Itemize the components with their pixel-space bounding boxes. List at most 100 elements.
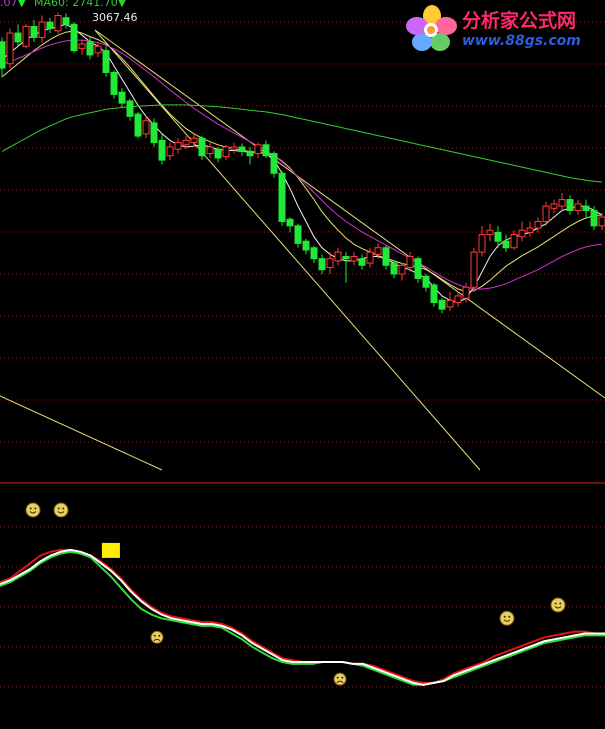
smiley-eye [503, 615, 506, 618]
candle-body [302, 240, 310, 251]
candle-body [430, 284, 438, 304]
down-arrow-icon: ▼ [17, 0, 26, 9]
candle-body [246, 150, 254, 157]
candle-body [94, 45, 102, 54]
chart-svg [0, 12, 605, 688]
series-line-ma_mid [1, 30, 603, 293]
candle-body [334, 251, 342, 262]
candle-body [214, 148, 222, 159]
candle-body [462, 286, 470, 299]
smiley-eye [336, 676, 339, 679]
header-prefix: .07▼ [0, 0, 26, 9]
candle-body [478, 234, 486, 253]
smiley-eye [153, 634, 156, 637]
trendline-channel [94, 29, 605, 399]
candle-body [142, 120, 150, 135]
candle-body [198, 137, 206, 157]
candle-body [542, 205, 550, 222]
candle-body [0, 41, 6, 69]
candle-body [598, 216, 605, 227]
candle-body [110, 71, 118, 95]
candle-body [366, 251, 374, 264]
candle-body [294, 225, 302, 244]
candle-body [62, 17, 70, 25]
smiley-icon [550, 597, 566, 613]
logo-url: www.88gs.com [462, 33, 581, 49]
smiley-eye [508, 615, 511, 618]
candle-body [422, 275, 430, 288]
candle-body [78, 43, 86, 49]
candle-body [262, 144, 270, 157]
candle-body [438, 299, 446, 310]
candle-body [558, 199, 566, 207]
candle-body [590, 210, 598, 227]
candle-body [486, 229, 494, 236]
candle-body [14, 32, 22, 43]
candle-body [502, 240, 510, 249]
candle-body [358, 258, 366, 266]
candle-body [534, 220, 542, 229]
candle-body [230, 146, 238, 150]
smiley-eye [29, 507, 32, 510]
candle-body [118, 91, 126, 104]
candle-body [30, 25, 38, 38]
smiley-eye [34, 507, 37, 510]
down-arrow-icon: ▼ [117, 0, 127, 9]
candle-body [222, 146, 230, 158]
candle-body [310, 247, 318, 260]
smiley-eye [559, 602, 562, 605]
flower-logo-icon [406, 5, 457, 51]
chart-canvas [0, 0, 605, 725]
header-ma60: MA60: 2741.70▼ [34, 0, 126, 9]
candle-body [518, 229, 526, 238]
candle-body [374, 247, 382, 255]
smiley-icon [499, 610, 515, 626]
candle-body [582, 205, 590, 212]
candle-body [54, 15, 62, 32]
candle-body [182, 139, 190, 146]
candle-body [494, 231, 502, 242]
candle-body [398, 264, 406, 275]
candle-body [342, 256, 350, 260]
candle-body [166, 146, 174, 157]
candle-body [470, 251, 478, 288]
trendline-upper [94, 29, 481, 471]
candle-body [382, 247, 390, 266]
logo-title: 分析家公式网 [462, 10, 577, 32]
candle-body [22, 25, 30, 47]
candle-body [158, 139, 166, 161]
candle-body [278, 172, 286, 222]
candle-body [190, 137, 198, 144]
candle-body [350, 256, 358, 262]
candle-body [238, 146, 246, 152]
candle-body [550, 203, 558, 209]
smiley-icon [53, 502, 69, 518]
candle-body [46, 21, 54, 30]
smiley-eye [158, 634, 161, 637]
candle-body [390, 262, 398, 275]
candle-body [174, 142, 182, 150]
candle-body [38, 21, 46, 38]
candle-body [510, 234, 518, 249]
candle-body [318, 258, 326, 271]
candle-body [286, 218, 294, 227]
candle-body [406, 256, 414, 268]
smiley-eye [341, 676, 344, 679]
smiley-eye [57, 507, 60, 510]
candle-body [206, 146, 214, 155]
smiley-icon [25, 502, 41, 518]
candle-body [326, 258, 334, 268]
candle-body [414, 258, 422, 279]
signal-square-marker [101, 542, 120, 558]
series-line-ma_short [1, 23, 603, 304]
ma60-label: MA60: 2741.70 [34, 0, 118, 9]
candle-body [86, 41, 94, 56]
trendline-lower [0, 395, 163, 471]
series-line-ma_60 [1, 104, 603, 183]
candle-body [270, 153, 278, 174]
candle-body [574, 203, 582, 212]
frown-icon [333, 672, 347, 686]
candle-body [6, 32, 14, 65]
candle-body [566, 199, 574, 212]
smiley-eye [554, 602, 557, 605]
